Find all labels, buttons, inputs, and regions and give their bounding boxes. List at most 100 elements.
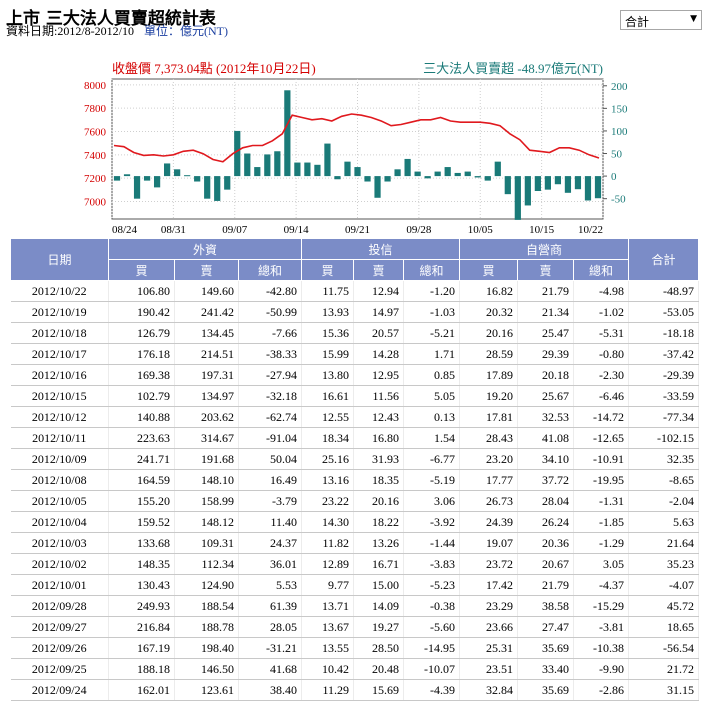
cell-value: 214.51	[174, 343, 239, 365]
cell-value: 190.42	[108, 301, 175, 323]
cell-value: 21.64	[628, 532, 699, 554]
cell-value: 11.75	[301, 280, 354, 302]
cell-value: 25.67	[517, 385, 574, 407]
col-trust-net: 總和	[403, 259, 460, 281]
col-trust-sell: 賣	[353, 259, 404, 281]
cell-value: 23.72	[459, 553, 518, 575]
cell-value: 130.43	[108, 574, 175, 596]
bar	[414, 171, 421, 177]
col-dealer-buy: 買	[459, 259, 518, 281]
cell-value: 5.05	[403, 385, 460, 407]
cell-value: 162.01	[108, 679, 175, 701]
cell-value: 13.93	[301, 301, 354, 323]
col-foreign: 外資	[108, 238, 302, 260]
cell-value: -4.07	[628, 574, 699, 596]
table-row: 2012/10/02 148.35 112.34 36.01 12.89 16.71 -3.…	[10, 553, 699, 575]
bar	[184, 175, 191, 177]
x-tick: 09/14	[284, 224, 310, 236]
cell-value: 102.79	[108, 385, 175, 407]
cell-value: 41.08	[517, 427, 574, 449]
col-total: 合計	[628, 238, 699, 281]
cell-value: -1.03	[403, 301, 460, 323]
cell-value: 0.13	[403, 406, 460, 428]
cell-value: 314.67	[174, 427, 239, 449]
cell-value: 25.47	[517, 322, 574, 344]
cell-value: 25.31	[459, 637, 518, 659]
cell-date: 2012/10/22	[10, 280, 109, 302]
bar	[113, 176, 121, 181]
cell-value: -91.04	[238, 427, 302, 449]
chart: 收盤價 7,373.04點 (2012年10月22日) 三大法人買賣超 -48.…	[0, 56, 708, 240]
y-right-tick: 200	[611, 81, 628, 93]
cell-value: 16.82	[459, 280, 518, 302]
cell-value: 26.73	[459, 490, 518, 512]
cell-value: 0.85	[403, 364, 460, 386]
cell-value: 16.71	[353, 553, 404, 575]
cell-value: 17.81	[459, 406, 518, 428]
y-right-tick: 50	[611, 149, 623, 161]
cell-value: 12.43	[353, 406, 404, 428]
cell-value: -62.74	[238, 406, 302, 428]
bar	[574, 176, 582, 190]
data-period: 資料日期:2012/8-2012/10	[6, 24, 134, 38]
cell-value: 5.63	[628, 511, 699, 533]
cell-value: 223.63	[108, 427, 175, 449]
cell-value: 109.31	[174, 532, 239, 554]
bar	[123, 174, 131, 177]
cell-value: 21.72	[628, 658, 699, 680]
cell-value: -0.80	[573, 343, 629, 365]
cell-value: 112.34	[174, 553, 239, 575]
cell-date: 2012/10/17	[10, 343, 109, 365]
cell-value: 41.68	[238, 658, 302, 680]
bar	[494, 161, 501, 177]
cell-value: 9.77	[301, 574, 354, 596]
x-tick: 10/05	[468, 224, 494, 236]
cell-value: 11.40	[238, 511, 302, 533]
bar	[224, 176, 231, 190]
cell-value: 20.36	[517, 532, 574, 554]
cell-value: -3.79	[238, 490, 302, 512]
cell-value: 14.28	[353, 343, 404, 365]
category-select[interactable]: 合計 ▼	[620, 10, 702, 30]
cell-value: -5.21	[403, 322, 460, 344]
bar	[174, 169, 181, 177]
cell-value: -10.91	[573, 448, 629, 470]
bar	[354, 167, 361, 177]
cell-value: 23.29	[459, 595, 518, 617]
bar	[334, 176, 341, 180]
cell-value: 15.69	[353, 679, 404, 701]
table-row: 2012/10/08 164.59 148.10 16.49 13.16 18.35 -5.…	[10, 469, 699, 491]
col-foreign-net: 總和	[238, 259, 302, 281]
cell-value: 203.62	[174, 406, 239, 428]
bar	[284, 90, 291, 177]
cell-value: 176.18	[108, 343, 175, 365]
cell-value: 12.94	[353, 280, 404, 302]
cell-value: 18.34	[301, 427, 354, 449]
cell-value: 17.77	[459, 469, 518, 491]
cell-value: -53.05	[628, 301, 699, 323]
cell-value: 28.43	[459, 427, 518, 449]
cell-value: 198.40	[174, 637, 239, 659]
cell-value: 50.04	[238, 448, 302, 470]
bar	[244, 153, 251, 177]
cell-value: -4.37	[573, 574, 629, 596]
cell-value: 167.19	[108, 637, 175, 659]
cell-value: 13.55	[301, 637, 354, 659]
cell-value: -56.54	[628, 637, 699, 659]
data-table: 日期 外資 投信 自營商 合計 買 賣 總和 買 賣 總和 買 賣 總和 201…	[10, 238, 699, 701]
cell-value: -1.29	[573, 532, 629, 554]
cell-value: 3.05	[573, 553, 629, 575]
cell-value: -4.98	[573, 280, 629, 302]
cell-value: -1.02	[573, 301, 629, 323]
cell-date: 2012/10/18	[10, 322, 109, 344]
cell-date: 2012/10/09	[10, 448, 109, 470]
cell-value: 197.31	[174, 364, 239, 386]
x-tick: 10/15	[529, 224, 555, 236]
cell-date: 2012/09/26	[10, 637, 109, 659]
cell-date: 2012/10/16	[10, 364, 109, 386]
table-row: 2012/10/16 169.38 197.31 -27.94 13.80 12.95 0.…	[10, 364, 699, 386]
bar	[534, 176, 541, 191]
table-row: 2012/09/27 216.84 188.78 28.05 13.67 19.27 -5.…	[10, 616, 699, 638]
cell-value: -27.94	[238, 364, 302, 386]
table-row: 2012/10/04 159.52 148.12 11.40 14.30 18.22 -3.…	[10, 511, 699, 533]
